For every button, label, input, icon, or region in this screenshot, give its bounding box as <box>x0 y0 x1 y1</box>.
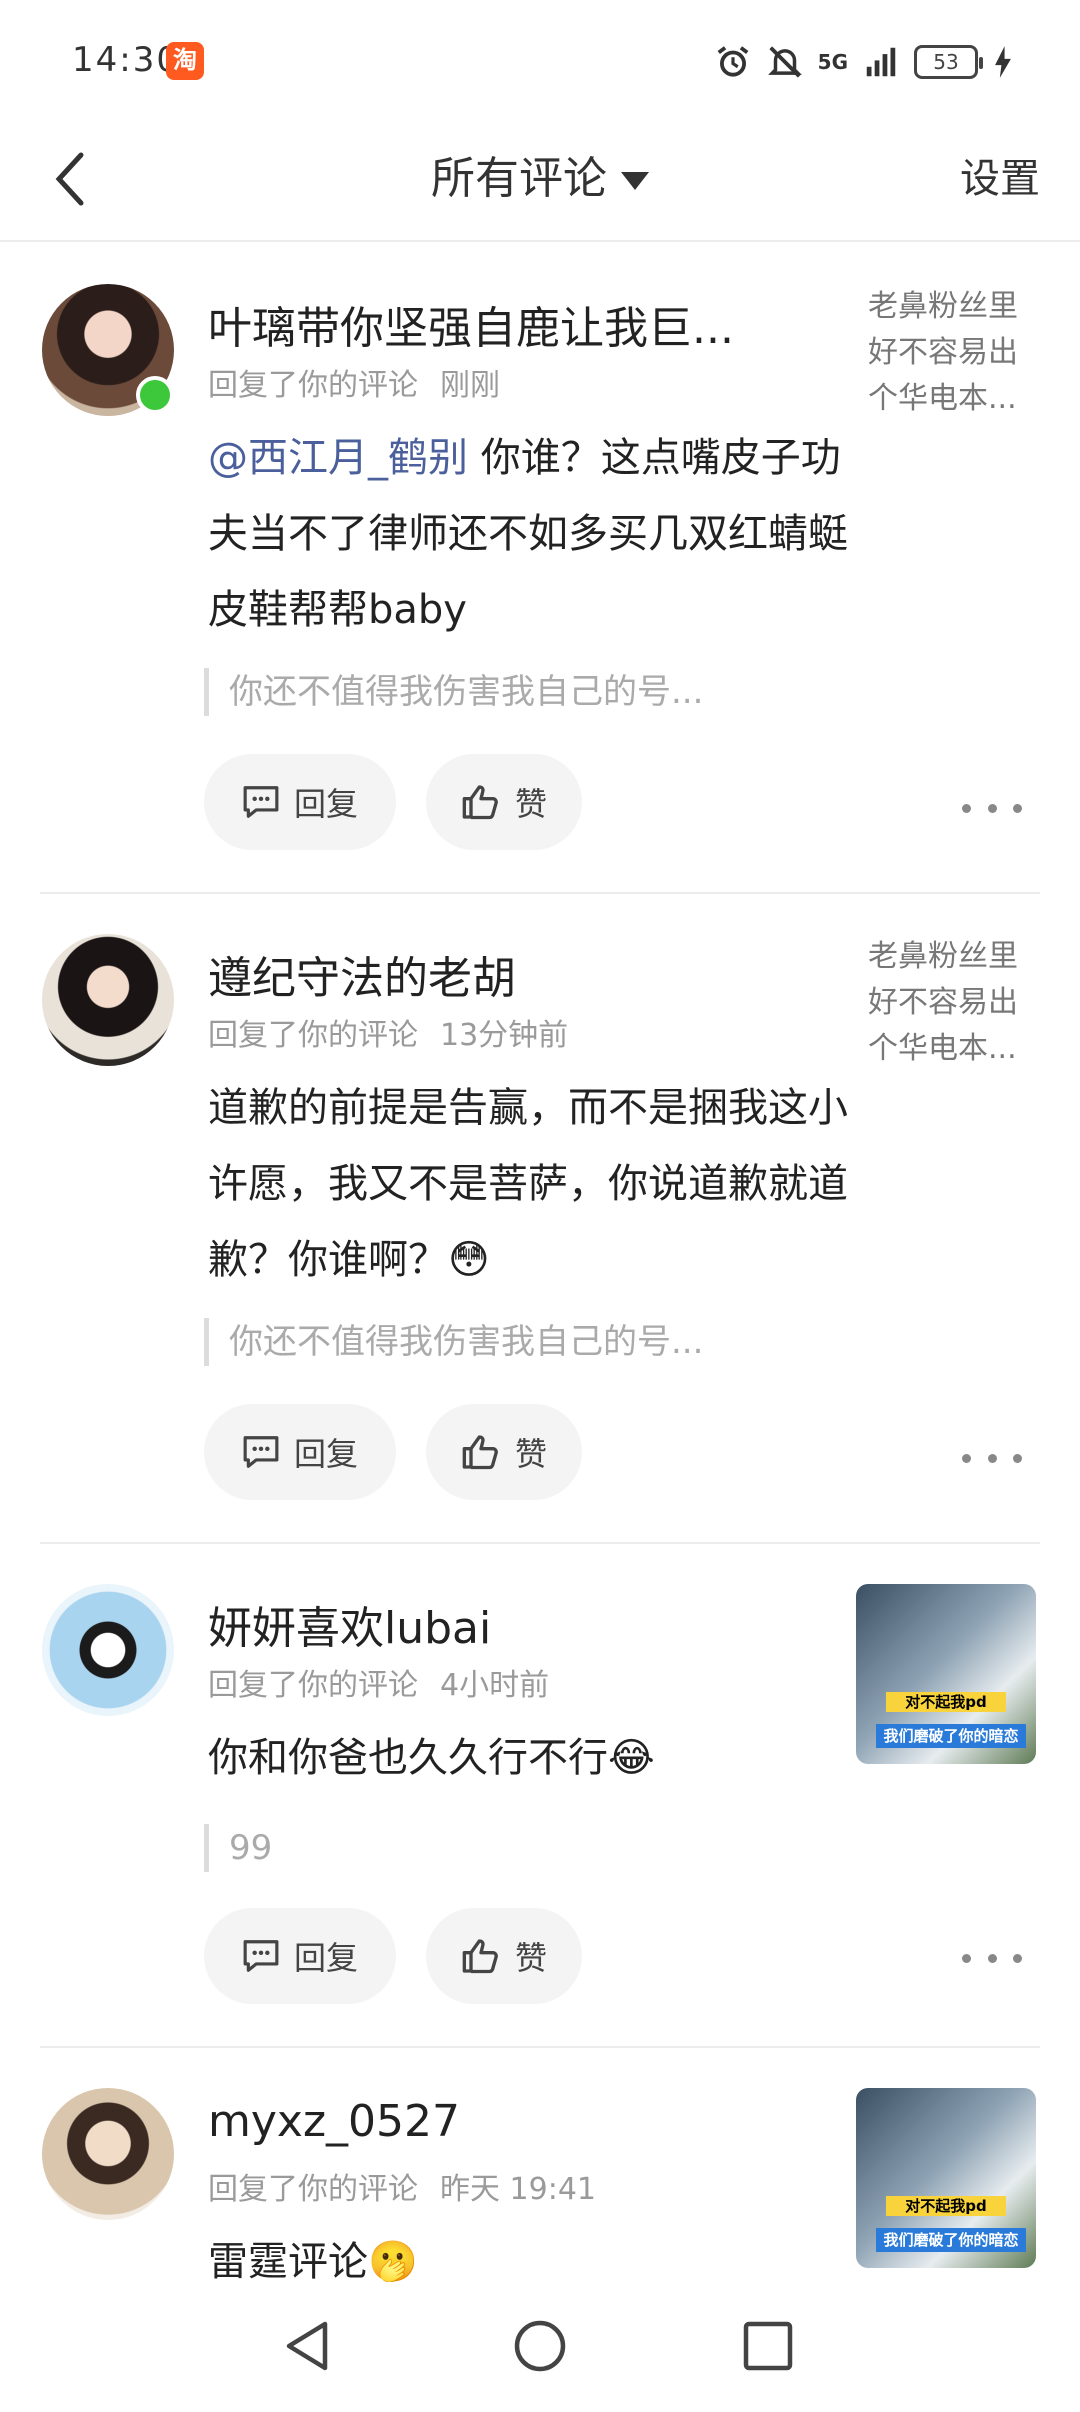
avatar[interactable] <box>42 2088 174 2220</box>
action-text: 回复了你的评论 <box>208 2172 418 2207</box>
thumbnail-caption: 对不起我pd <box>886 2196 1006 2216</box>
comment-meta: 回复了你的评论 昨天 19:41 <box>208 2164 596 2208</box>
like-label: 赞 <box>514 785 547 823</box>
like-button[interactable]: 赞 <box>426 754 582 850</box>
status-icons: 5G 53 <box>714 40 1014 84</box>
filter-dropdown[interactable]: 所有评论 <box>0 144 1080 214</box>
thumbnail-caption: 对不起我pd <box>886 1692 1006 1712</box>
more-horizontal-icon[interactable] <box>962 1938 1022 1978</box>
comment-item[interactable]: 妍妍喜欢lubai 回复了你的评论 4小时前 你和你爸也久久行不行😂 99 回复 … <box>40 1544 1040 2048</box>
nav-home-button[interactable] <box>500 2306 580 2386</box>
system-nav-bar <box>0 2282 1080 2412</box>
username[interactable]: 妍妍喜欢lubai <box>208 1592 491 1656</box>
original-post-preview[interactable]: 老鼻粉丝里好不容易出个华电本... <box>868 284 1040 422</box>
thumbnail-subcaption: 我们磨破了你的暗恋 <box>876 2228 1026 2252</box>
username[interactable]: myxz_0527 <box>208 2096 460 2147</box>
reply-button[interactable]: 回复 <box>204 1908 396 2004</box>
original-post-preview[interactable]: 老鼻粉丝里好不容易出个华电本... <box>868 934 1040 1072</box>
like-label: 赞 <box>514 1435 547 1473</box>
chat-bubble-icon <box>243 1940 279 1972</box>
more-horizontal-icon[interactable] <box>962 1438 1022 1478</box>
username[interactable]: 遵纪守法的老胡 <box>208 942 516 1006</box>
chat-bubble-icon <box>243 1436 279 1468</box>
reply-button[interactable]: 回复 <box>204 1404 396 1500</box>
reply-button[interactable]: 回复 <box>204 754 396 850</box>
mute-icon <box>767 46 802 78</box>
comment-item[interactable]: 遵纪守法的老胡 回复了你的评论 13分钟前 道歉的前提是告赢，而不是捆我这小许愿，… <box>40 894 1040 1544</box>
mention-link[interactable]: @西江月_鹤别 <box>208 435 468 481</box>
timestamp: 13分钟前 <box>440 1018 569 1053</box>
comment-list: 叶璃带你坚强自鹿让我巨... 回复了你的评论 刚刚 @西江月_鹤别 你谁？这点嘴皮… <box>0 244 1080 2348</box>
reply-label: 回复 <box>293 785 358 823</box>
timestamp: 昨天 19:41 <box>440 2172 596 2207</box>
app-header: 所有评论 设置 <box>0 120 1080 242</box>
post-thumbnail[interactable]: 对不起我pd 我们磨破了你的暗恋 <box>856 2088 1036 2268</box>
username[interactable]: 叶璃带你坚强自鹿让我巨... <box>208 292 734 356</box>
timestamp: 刚刚 <box>440 368 500 403</box>
like-button[interactable]: 赞 <box>426 1908 582 2004</box>
thumbs-up-icon <box>462 1939 498 1974</box>
chat-bubble-icon <box>243 786 279 818</box>
post-thumbnail[interactable]: 对不起我pd 我们磨破了你的暗恋 <box>856 1584 1036 1764</box>
like-label: 赞 <box>514 1939 547 1977</box>
comment-meta: 回复了你的评论 刚刚 <box>208 360 500 404</box>
thumbs-up-icon <box>462 1435 498 1470</box>
settings-button[interactable]: 设置 <box>960 144 1040 214</box>
quoted-comment[interactable]: 你还不值得我伤害我自己的号... <box>204 1318 844 1366</box>
alarm-icon <box>717 46 749 77</box>
comment-text: @西江月_鹤别 你谁？这点嘴皮子功夫当不了律师还不如多买几双红蜻蜓皮鞋帮帮bab… <box>208 435 848 633</box>
action-text: 回复了你的评论 <box>208 1668 418 1703</box>
battery-indicator: 53 <box>914 45 983 79</box>
square-recents-icon <box>743 2321 793 2371</box>
page-title: 所有评论 <box>431 153 607 204</box>
status-bar: 14:30 淘 5G 53 <box>0 0 1080 120</box>
avatar[interactable] <box>42 934 174 1066</box>
triangle-back-icon <box>286 2321 328 2371</box>
nav-recents-button[interactable] <box>728 2306 808 2386</box>
clock: 14:30 <box>72 40 180 80</box>
network-type: 5G <box>817 50 848 74</box>
caret-down-icon <box>621 172 649 190</box>
comment-meta: 回复了你的评论 4小时前 <box>208 1660 549 1704</box>
action-text: 回复了你的评论 <box>208 368 418 403</box>
quoted-comment[interactable]: 99 <box>204 1824 844 1872</box>
reply-label: 回复 <box>293 1939 358 1977</box>
comment-text: 道歉的前提是告赢，而不是捆我这小许愿，我又不是菩萨，你说道歉就道歉？你谁啊？😳 <box>208 1085 848 1283</box>
quoted-comment[interactable]: 你还不值得我伤害我自己的号... <box>204 668 844 716</box>
circle-home-icon <box>514 2320 566 2372</box>
thumbs-up-icon <box>462 785 498 820</box>
charging-icon <box>995 46 1011 78</box>
signal-icon <box>866 47 896 77</box>
more-horizontal-icon[interactable] <box>962 788 1022 828</box>
reply-label: 回复 <box>293 1435 358 1473</box>
nav-back-button[interactable] <box>268 2306 348 2386</box>
avatar[interactable] <box>42 1584 174 1716</box>
online-status-dot <box>136 376 174 414</box>
timestamp: 4小时前 <box>440 1668 550 1703</box>
comment-item[interactable]: 叶璃带你坚强自鹿让我巨... 回复了你的评论 刚刚 @西江月_鹤别 你谁？这点嘴皮… <box>40 244 1040 894</box>
comment-text: 你和你爸也久久行不行😂 <box>208 1735 655 1781</box>
taobao-notification-icon: 淘 <box>166 42 204 80</box>
comment-meta: 回复了你的评论 13分钟前 <box>208 1010 568 1054</box>
like-button[interactable]: 赞 <box>426 1404 582 1500</box>
thumbnail-subcaption: 我们磨破了你的暗恋 <box>876 1724 1026 1748</box>
action-text: 回复了你的评论 <box>208 1018 418 1053</box>
